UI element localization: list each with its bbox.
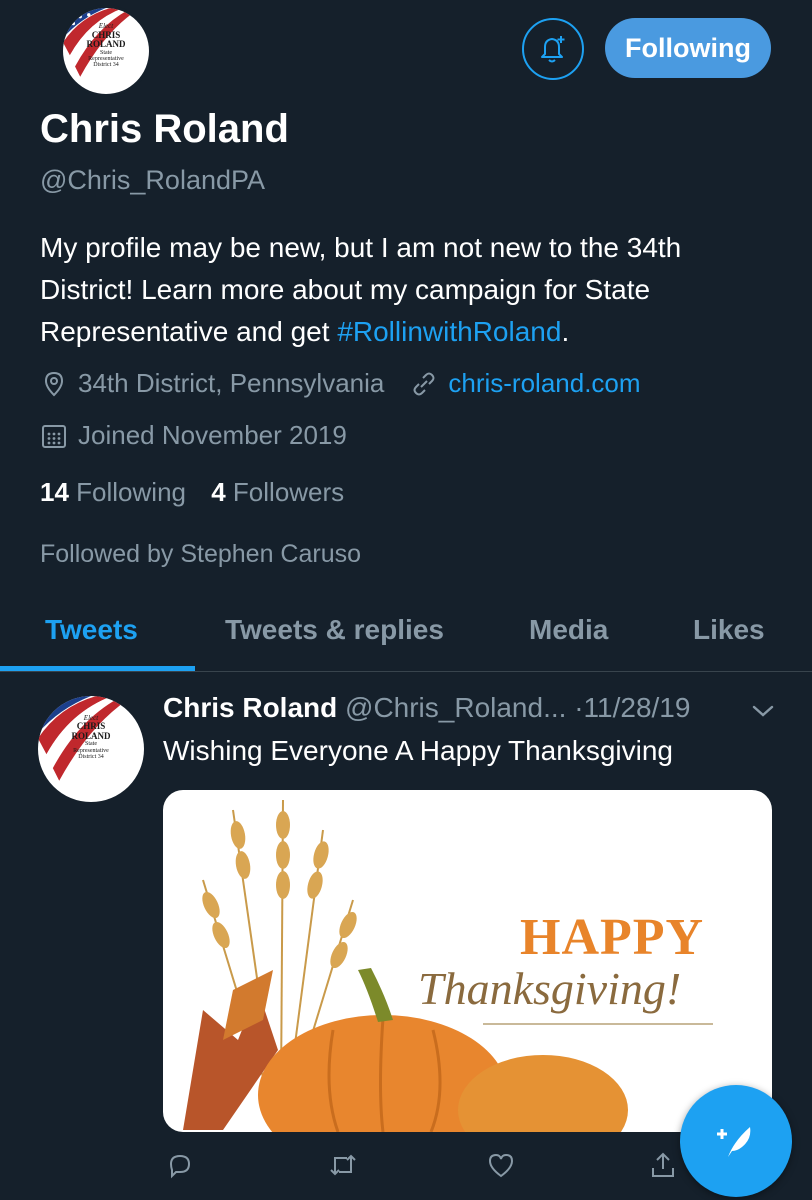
profile-joined-row: Joined November 2019 — [40, 420, 347, 451]
profile-avatar[interactable]: Elect CHRIS ROLAND State Representative … — [60, 5, 152, 97]
tweet-author-name[interactable]: Chris Roland — [163, 692, 337, 723]
tweet-text: Wishing Everyone A Happy Thanksgiving — [163, 735, 673, 766]
tweet-logo-line-roland: ROLAND — [71, 730, 111, 741]
following-button[interactable]: Following — [605, 18, 771, 78]
tweet-date[interactable]: 11/28/19 — [584, 692, 691, 723]
calendar-icon — [42, 424, 66, 448]
follow-counts: 14 Following 4 Followers — [40, 477, 344, 508]
following-count: 14 — [40, 477, 69, 507]
image-text-happy: HAPPY — [520, 909, 705, 966]
logo-line-district: District 34 — [93, 62, 119, 69]
link-icon — [413, 372, 435, 395]
bell-plus-icon — [541, 36, 565, 63]
bio-suffix: . — [561, 316, 570, 347]
reply-icon[interactable] — [165, 1150, 195, 1180]
retweet-icon[interactable] — [327, 1150, 359, 1180]
followed-by-text[interactable]: Followed by Stephen Caruso — [40, 540, 361, 569]
following-label: Following — [76, 477, 186, 507]
location-pin-icon — [44, 371, 64, 396]
campaign-logo: Elect CHRIS ROLAND State Representative … — [63, 8, 149, 94]
tweet-campaign-logo: Elect CHRIS ROLAND State Representative … — [38, 696, 144, 802]
followers-count-link[interactable]: 4 Followers — [211, 477, 344, 507]
tweet-separator: · — [574, 692, 584, 723]
tab-likes[interactable]: Likes — [693, 614, 765, 646]
image-text-thanksgiving: Thanksgiving! — [418, 963, 682, 1014]
profile-tabs: Tweets Tweets & replies Media Likes — [0, 600, 812, 672]
tweet-header: Chris Roland @Chris_Roland... ·11/28/19 — [163, 692, 690, 724]
tweet-author-handle[interactable]: @Chris_Roland... — [345, 692, 566, 723]
tweet-image[interactable]: HAPPY Thanksgiving! — [163, 790, 772, 1132]
tab-media[interactable]: Media — [529, 614, 608, 646]
followers-count: 4 — [211, 477, 226, 507]
compose-tweet-button[interactable] — [680, 1085, 792, 1197]
tweet-logo-line-district: District 34 — [78, 753, 104, 760]
logo-line-roland: ROLAND — [86, 39, 126, 50]
tweet-avatar[interactable]: Elect CHRIS ROLAND State Representative … — [38, 696, 144, 802]
following-count-link[interactable]: 14 Following — [40, 477, 186, 507]
profile-website-link[interactable]: chris-roland.com — [448, 368, 640, 399]
tab-tweets[interactable]: Tweets — [45, 614, 138, 646]
profile-meta-row: 34th District, Pennsylvania chris-roland… — [40, 368, 641, 399]
profile-name: Chris Roland — [40, 107, 289, 151]
decorative-line — [483, 1023, 713, 1025]
like-heart-icon[interactable] — [486, 1150, 516, 1180]
profile-handle: @Chris_RolandPA — [40, 165, 266, 195]
profile-joined-date: Joined November 2019 — [78, 420, 347, 450]
profile-location: 34th District, Pennsylvania — [78, 368, 385, 398]
bio-hashtag-link[interactable]: #RollinwithRoland — [337, 316, 561, 347]
chevron-down-icon[interactable] — [750, 700, 776, 722]
share-icon[interactable] — [648, 1150, 678, 1180]
profile-bio: My profile may be new, but I am not new … — [40, 227, 780, 353]
feather-plus-icon — [717, 1127, 751, 1157]
tab-tweets-replies[interactable]: Tweets & replies — [225, 614, 444, 646]
active-tab-indicator — [0, 666, 195, 671]
followers-label: Followers — [232, 477, 345, 507]
notifications-button[interactable] — [522, 18, 584, 80]
